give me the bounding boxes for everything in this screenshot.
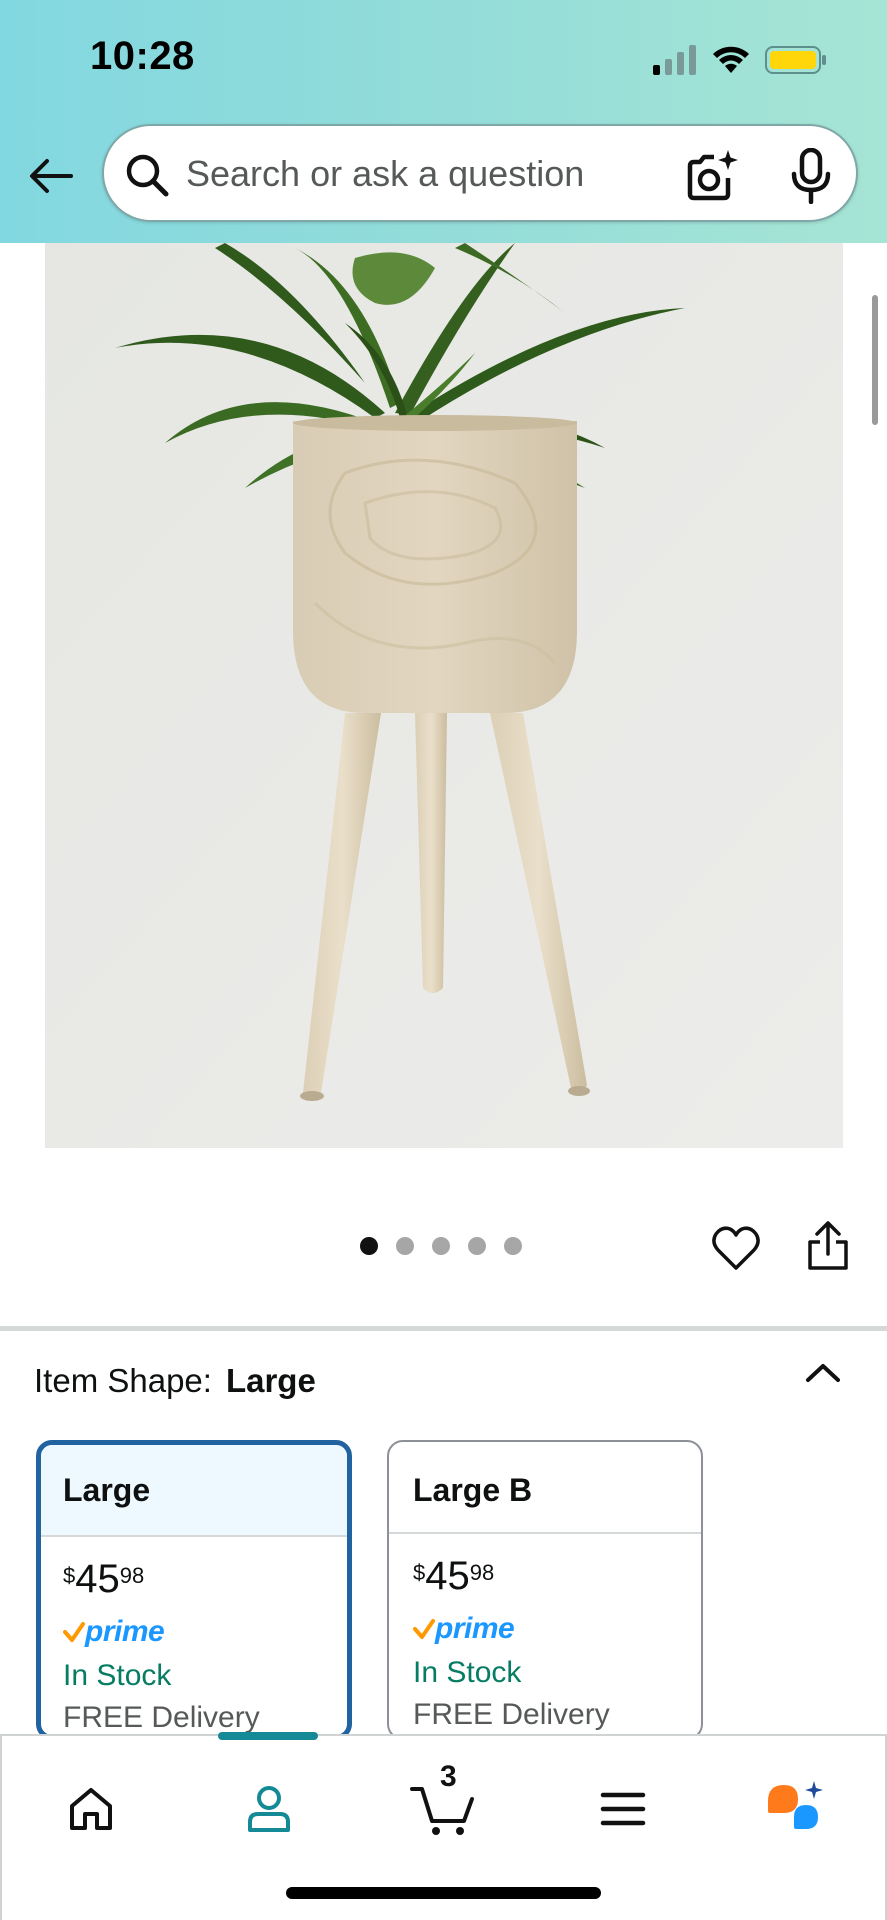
product-image[interactable] <box>45 243 843 1148</box>
price-whole: 45 <box>425 1554 470 1598</box>
prime-label: prime <box>435 1612 515 1645</box>
shape-option-large-b[interactable]: Large B $ 45 98 prime In Stock FREE Deli… <box>387 1440 703 1740</box>
scrollbar[interactable] <box>872 295 878 425</box>
prime-badge: prime <box>413 1608 701 1650</box>
shape-option-large[interactable]: Large $ 45 98 prime In Stock FREE Delive… <box>36 1440 352 1740</box>
prime-check-icon <box>413 1619 435 1639</box>
option-name: Large B <box>389 1442 701 1534</box>
nav-rufus-assistant-button[interactable] <box>760 1774 830 1844</box>
option-name: Large <box>41 1445 347 1537</box>
plant-stand-photo <box>45 243 843 1148</box>
item-shape-header: Item Shape: Large <box>34 1362 316 1400</box>
prime-badge: prime <box>63 1611 347 1653</box>
status-icons <box>653 40 827 80</box>
carousel-dot[interactable] <box>504 1237 522 1255</box>
nav-account-button[interactable] <box>234 1774 304 1844</box>
chevron-up-icon[interactable] <box>802 1358 844 1388</box>
carousel-dot[interactable] <box>468 1237 486 1255</box>
search-icon <box>126 154 169 197</box>
cart-count-badge: 3 <box>440 1760 457 1793</box>
stock-status: In Stock <box>63 1659 172 1692</box>
item-shape-selected-value: Large <box>225 1362 316 1399</box>
prime-label: prime <box>85 1615 165 1648</box>
wifi-icon <box>713 46 749 73</box>
cellular-signal-icon <box>653 45 696 75</box>
microphone-icon[interactable] <box>786 148 836 204</box>
section-divider <box>0 1326 887 1331</box>
price-symbol: $ <box>63 1563 76 1588</box>
price-symbol: $ <box>413 1560 426 1585</box>
battery-icon <box>765 46 826 74</box>
nav-menu-button[interactable] <box>588 1774 658 1844</box>
option-price: $ 45 98 <box>413 1554 701 1604</box>
stock-status: In Stock <box>413 1656 522 1689</box>
delivery-info: FREE Delivery <box>413 1698 610 1731</box>
carousel-dot[interactable] <box>360 1237 378 1255</box>
price-fraction: 98 <box>119 1563 145 1588</box>
search-input[interactable] <box>186 146 676 202</box>
option-price: $ 45 98 <box>63 1557 347 1607</box>
rufus-chat-icon <box>768 1781 823 1829</box>
search-bar[interactable] <box>102 124 858 222</box>
nav-active-indicator <box>218 1732 318 1740</box>
share-icon[interactable] <box>806 1220 850 1272</box>
carousel-dot[interactable] <box>396 1237 414 1255</box>
carousel-dot[interactable] <box>432 1237 450 1255</box>
carousel-dots[interactable] <box>360 1237 522 1255</box>
account-icon <box>248 1786 290 1832</box>
prime-check-icon <box>63 1622 85 1642</box>
hamburger-menu-icon <box>600 1792 646 1826</box>
home-indicator[interactable] <box>286 1887 601 1899</box>
nav-home-button[interactable] <box>56 1774 126 1844</box>
heart-icon[interactable] <box>710 1222 762 1274</box>
item-shape-label: Item Shape: <box>34 1362 212 1399</box>
status-time: 10:28 <box>90 34 195 78</box>
camera-lens-icon[interactable] <box>684 148 740 204</box>
price-fraction: 98 <box>469 1560 495 1585</box>
home-icon <box>70 1788 112 1830</box>
back-arrow-icon[interactable] <box>20 146 80 206</box>
app-header: 10:28 <box>0 0 887 243</box>
price-whole: 45 <box>75 1557 120 1601</box>
